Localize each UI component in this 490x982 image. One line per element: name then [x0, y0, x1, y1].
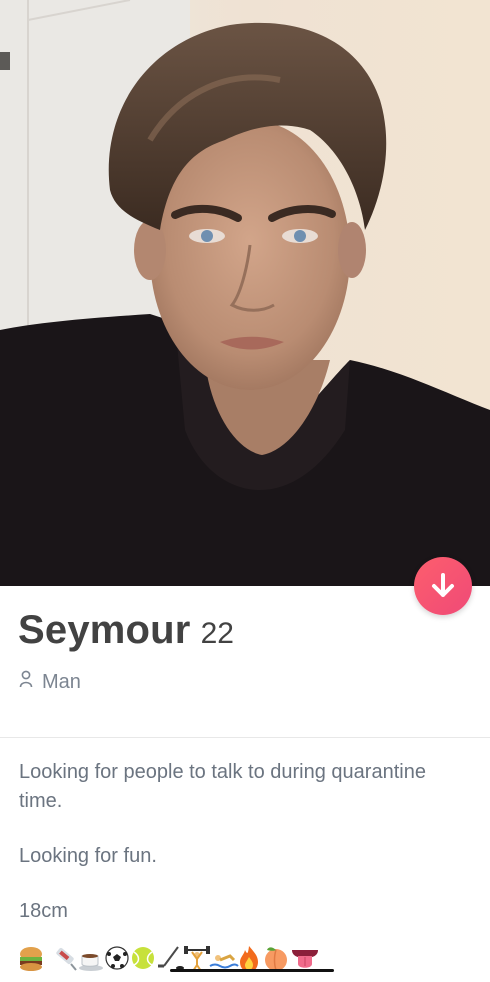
bio-line: Looking for fun. [19, 845, 157, 867]
hockey-icon [158, 946, 184, 970]
bio-line: Looking for people to talk to during qua… [19, 761, 426, 812]
coffee-icon [79, 954, 103, 971]
tongue-icon [292, 950, 318, 968]
weightlifter-icon [184, 946, 210, 972]
syringe-icon [56, 947, 77, 971]
peach-icon [265, 947, 287, 971]
person-icon [19, 670, 33, 694]
collapse-profile-button[interactable] [414, 557, 472, 615]
profile-name: Seymour [18, 608, 191, 652]
profile-photo-image [0, 0, 490, 586]
arrow-down-icon [432, 573, 454, 597]
profile-bio: Looking for people to talk to during qua… [19, 758, 459, 926]
soccer-ball-icon [105, 946, 129, 970]
profile-photo[interactable] [0, 0, 490, 586]
profile-age: 22 [200, 617, 234, 650]
tennis-ball-icon [132, 947, 154, 969]
section-divider [0, 737, 490, 738]
profile-header: Seymour 22 [18, 608, 234, 653]
gender-label: Man [42, 670, 81, 693]
fire-icon [240, 946, 258, 972]
bio-emoji-row [18, 944, 338, 974]
gender-row: Man [19, 670, 81, 694]
bio-line: 18cm [19, 900, 68, 922]
swimmer-icon [209, 954, 239, 969]
hamburger-icon [20, 947, 42, 971]
emoji-underline [170, 969, 334, 972]
